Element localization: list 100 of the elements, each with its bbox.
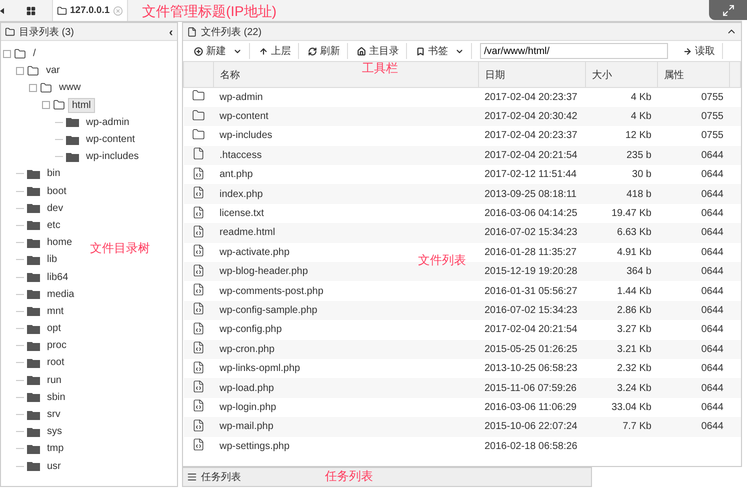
- folder-icon: [14, 48, 26, 60]
- size-text: 3.24 Kb: [617, 382, 652, 394]
- tree-node[interactable]: srv: [43, 407, 64, 422]
- tree-node[interactable]: opt: [43, 321, 65, 336]
- size-text: 30 b: [632, 169, 652, 180]
- folder-icon: [27, 444, 40, 454]
- file-name[interactable]: wp-load.php: [220, 382, 274, 394]
- host-tab[interactable]: 127.0.0.1: [53, 0, 128, 21]
- code-file-icon: [192, 186, 205, 200]
- file-name[interactable]: ant.php: [220, 169, 253, 180]
- file-name[interactable]: wp-config-sample.php: [220, 304, 318, 316]
- tree-node[interactable]: sys: [43, 424, 66, 440]
- close-icon[interactable]: [112, 6, 123, 16]
- folder-icon: [27, 340, 40, 351]
- tree-node[interactable]: wp-admin: [82, 114, 134, 130]
- tree-node[interactable]: etc: [43, 218, 64, 233]
- permission-text: 0755: [701, 111, 724, 122]
- tree-node[interactable]: dev: [43, 200, 68, 216]
- file-name[interactable]: index.php: [220, 188, 263, 200]
- date-text: 2013-09-25 08:18:11: [484, 188, 577, 200]
- date-text: 2017-02-12 11:51:44: [484, 169, 577, 180]
- grid-icon: [26, 6, 36, 16]
- size-text: 3.27 Kb: [617, 324, 652, 336]
- size-text: 1.44 Kb: [617, 286, 652, 297]
- tree-node[interactable]: run: [43, 372, 66, 388]
- date-text: 2016-01-28 11:35:27: [484, 246, 577, 258]
- panel-title: 文件列表 (22): [201, 26, 263, 38]
- permission-text: 0644: [701, 266, 724, 278]
- folder-icon: [192, 89, 205, 102]
- file-name[interactable]: wp-mail.php: [220, 421, 274, 432]
- file-name[interactable]: wp-comments-post.php: [220, 286, 324, 297]
- folder-icon: [27, 324, 40, 334]
- file-name[interactable]: wp-admin: [220, 92, 263, 103]
- file-name[interactable]: wp-blog-header.php: [220, 266, 308, 278]
- tree-node[interactable]: var: [42, 63, 64, 78]
- collapse-toggle-icon[interactable]: [42, 101, 50, 110]
- date-text: 2016-03-06 04:14:25: [484, 208, 578, 220]
- size-text: 2.32 Kb: [617, 363, 652, 374]
- size-text: 4 Kb: [630, 111, 652, 122]
- scroll-left-icon[interactable]: [0, 8, 4, 14]
- date-text: 2016-01-31 05:56:27: [484, 286, 578, 297]
- size-text: 19.47 Kb: [611, 208, 652, 220]
- file-name[interactable]: wp-activate.php: [220, 246, 290, 258]
- tree-node[interactable]: lib64: [43, 270, 72, 285]
- size-text: 4 Kb: [630, 92, 652, 103]
- arrow-right-icon: [683, 46, 692, 56]
- collapse-toggle-icon[interactable]: [29, 84, 37, 92]
- tree-node[interactable]: html: [68, 98, 95, 113]
- folder-icon: [5, 26, 15, 36]
- file-name[interactable]: wp-includes: [220, 130, 272, 142]
- code-file-icon: [192, 438, 205, 452]
- tree-node[interactable]: proc: [43, 338, 70, 354]
- file-name[interactable]: wp-settings.php: [220, 440, 290, 452]
- collapse-button[interactable]: ‹: [169, 24, 173, 38]
- file-name[interactable]: readme.html: [220, 227, 276, 238]
- tree-node[interactable]: usr: [43, 458, 65, 474]
- task-bar-title[interactable]: 任务列表: [201, 470, 241, 484]
- code-file-icon: [192, 264, 205, 277]
- column-header[interactable]: 日期: [478, 62, 586, 88]
- file-name[interactable]: wp-links-opml.php: [220, 363, 300, 374]
- tree-node[interactable]: bin: [43, 166, 64, 182]
- file-name[interactable]: wp-cron.php: [220, 344, 275, 355]
- folder-icon: [27, 220, 40, 230]
- permission-text: 0644: [701, 188, 724, 200]
- tree-node[interactable]: wp-includes: [82, 149, 143, 164]
- tree-node[interactable]: www: [55, 80, 85, 96]
- column-header[interactable]: 大小: [586, 62, 658, 88]
- tree-node[interactable]: home: [43, 235, 76, 250]
- folder-icon: [57, 6, 67, 16]
- expand-button[interactable]: [709, 0, 747, 20]
- tree-node[interactable]: media: [43, 286, 78, 302]
- code-file-icon: [192, 360, 205, 374]
- tree-node[interactable]: wp-content: [82, 132, 139, 148]
- folder-icon: [66, 152, 79, 162]
- folder-icon: [27, 186, 40, 196]
- collapse-toggle-icon[interactable]: [16, 66, 24, 75]
- tree-node[interactable]: lib: [43, 252, 62, 268]
- tree-node[interactable]: sbin: [43, 390, 70, 405]
- folder-icon: [27, 306, 40, 316]
- path-field[interactable]: /var/www/html/: [480, 43, 668, 59]
- file-name[interactable]: license.txt: [220, 208, 264, 220]
- tree-node[interactable]: tmp: [43, 441, 68, 456]
- folder-icon: [27, 272, 40, 282]
- permission-text: 0644: [701, 344, 724, 355]
- collapse-toggle-icon[interactable]: [3, 50, 11, 58]
- size-text: 33.04 Kb: [611, 402, 652, 413]
- file-name[interactable]: .htaccess: [220, 150, 262, 161]
- column-header[interactable]: 属性: [658, 62, 730, 88]
- date-text: 2013-10-25 06:58:23: [484, 363, 578, 374]
- file-name[interactable]: wp-config.php: [220, 324, 282, 336]
- size-text: 12 Kb: [625, 130, 652, 142]
- permission-text: 0644: [701, 227, 724, 238]
- tree-node[interactable]: root: [43, 355, 68, 370]
- tree-node[interactable]: mnt: [43, 304, 68, 319]
- tree-node[interactable]: /: [29, 46, 40, 62]
- size-text: 4.91 Kb: [617, 246, 652, 258]
- tree-node[interactable]: boot: [43, 184, 70, 199]
- file-name[interactable]: wp-content: [220, 111, 268, 122]
- permission-text: 0755: [701, 92, 724, 103]
- file-name[interactable]: wp-login.php: [220, 402, 276, 413]
